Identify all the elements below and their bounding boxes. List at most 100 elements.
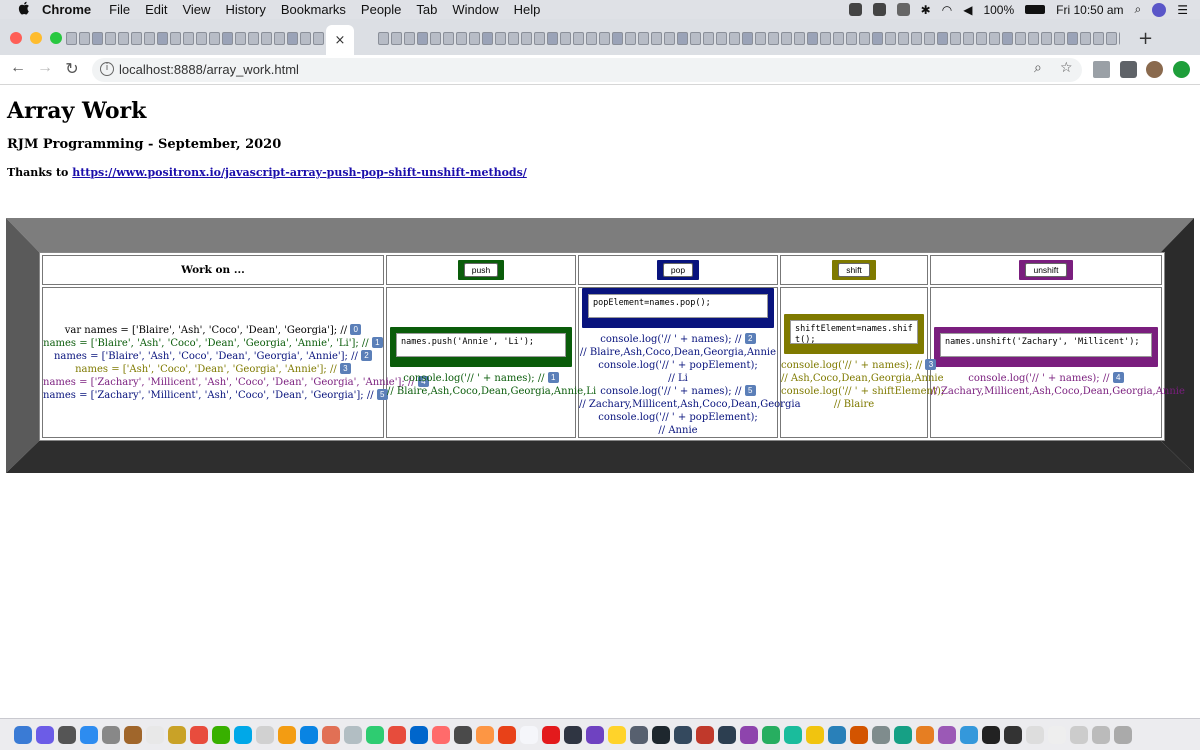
dock-app-icon[interactable] — [718, 725, 736, 744]
notification-center-icon[interactable]: ☰ — [1177, 3, 1188, 17]
back-button[interactable]: ← — [7, 59, 29, 77]
zoom-icon[interactable]: ⌕ — [1034, 60, 1042, 76]
tab-favicon[interactable] — [560, 32, 571, 45]
tab-favicon[interactable] — [768, 32, 779, 45]
tab-favicon[interactable] — [209, 32, 220, 45]
tab-favicon[interactable] — [1054, 32, 1065, 45]
tab-favicon[interactable] — [1119, 32, 1120, 45]
tab-favicon[interactable] — [651, 32, 662, 45]
tab-favicon[interactable] — [1002, 32, 1013, 45]
tab-favicon[interactable] — [1093, 32, 1104, 45]
dock-app-icon[interactable] — [608, 725, 626, 744]
tab-favicon[interactable] — [885, 32, 896, 45]
tab-favicon[interactable] — [300, 32, 311, 45]
dock-app-icon[interactable] — [894, 725, 912, 744]
push-code-input[interactable] — [396, 333, 566, 357]
profile-avatar[interactable] — [1146, 61, 1163, 78]
tab-favicon[interactable] — [1015, 32, 1026, 45]
tab-favicon[interactable] — [612, 32, 623, 45]
tab-favicon[interactable] — [794, 32, 805, 45]
tab-favicon[interactable] — [976, 32, 987, 45]
app-menu-chrome[interactable]: Chrome — [42, 2, 91, 17]
tab-favicon[interactable] — [482, 32, 493, 45]
tab-favicon[interactable] — [417, 32, 428, 45]
bluetooth-icon[interactable]: ✱ — [921, 3, 931, 17]
bookmark-star-icon[interactable]: ☆ — [1060, 60, 1073, 76]
dock-app-icon[interactable] — [762, 725, 780, 744]
tab-favicon[interactable] — [144, 32, 155, 45]
dock-app-icon[interactable] — [58, 725, 76, 744]
dock-app-icon[interactable] — [696, 725, 714, 744]
tab-favicon[interactable] — [872, 32, 883, 45]
dock-app-icon[interactable] — [300, 725, 318, 744]
tab-favicon[interactable] — [664, 32, 675, 45]
menu-edit[interactable]: Edit — [145, 2, 167, 17]
dock-app-icon[interactable] — [806, 725, 824, 744]
tab-favicon[interactable] — [716, 32, 727, 45]
thanks-link[interactable]: https://www.positronx.io/javascript-arra… — [72, 166, 527, 179]
tab-favicon[interactable] — [625, 32, 636, 45]
dock-app-icon[interactable] — [1092, 725, 1110, 744]
spotlight-icon[interactable]: ⌕ — [1135, 2, 1142, 17]
apple-menu-icon[interactable] — [16, 1, 32, 18]
dock-app-icon[interactable] — [542, 725, 560, 744]
dock-app-icon[interactable] — [1114, 725, 1132, 744]
tab-favicon[interactable] — [508, 32, 519, 45]
dock-app-icon[interactable] — [388, 725, 406, 744]
tab-favicon[interactable] — [781, 32, 792, 45]
forward-button[interactable]: → — [34, 59, 56, 77]
pop-button[interactable]: pop — [662, 263, 694, 277]
dock-app-icon[interactable] — [410, 725, 428, 744]
tab-favicon[interactable] — [742, 32, 753, 45]
tab-favicon[interactable] — [755, 32, 766, 45]
dock-app-icon[interactable] — [828, 725, 846, 744]
dock-app-icon[interactable] — [168, 725, 186, 744]
tab-favicon[interactable] — [1028, 32, 1039, 45]
menu-tab[interactable]: Tab — [416, 2, 437, 17]
dock-app-icon[interactable] — [146, 725, 164, 744]
dock-app-icon[interactable] — [14, 725, 32, 744]
zoom-window-button[interactable] — [50, 32, 62, 44]
dock-app-icon[interactable] — [256, 725, 274, 744]
tab-favicon[interactable] — [638, 32, 649, 45]
tab-favicon[interactable] — [92, 32, 103, 45]
pop-code-input[interactable] — [588, 294, 768, 318]
tab-favicon[interactable] — [222, 32, 233, 45]
dock-app-icon[interactable] — [850, 725, 868, 744]
dock-app-icon[interactable] — [1070, 725, 1088, 744]
tab-favicon[interactable] — [404, 32, 415, 45]
volume-icon[interactable]: ◀ — [963, 3, 972, 17]
tab-favicon[interactable] — [196, 32, 207, 45]
minimize-window-button[interactable] — [30, 32, 42, 44]
tab-favicon[interactable] — [833, 32, 844, 45]
dock-app-icon[interactable] — [1048, 725, 1066, 744]
menu-people[interactable]: People — [361, 2, 401, 17]
dock-app-icon[interactable] — [498, 725, 516, 744]
dock-app-icon[interactable] — [124, 725, 142, 744]
tab-favicon[interactable] — [911, 32, 922, 45]
dock-app-icon[interactable] — [190, 725, 208, 744]
address-bar[interactable]: i localhost:8888/array_work.html ⌕ ☆ — [92, 58, 1082, 82]
clock[interactable]: Fri 10:50 am — [1056, 3, 1123, 17]
tab-favicon[interactable] — [586, 32, 597, 45]
dock-app-icon[interactable] — [102, 725, 120, 744]
tab-favicon[interactable] — [846, 32, 857, 45]
battery-icon[interactable] — [1025, 5, 1046, 14]
tab-favicon[interactable] — [456, 32, 467, 45]
dock-app-icon[interactable] — [784, 725, 802, 744]
tab-favicon[interactable] — [66, 32, 77, 45]
dock-app-icon[interactable] — [872, 725, 890, 744]
tab-favicon[interactable] — [807, 32, 818, 45]
airplay-icon[interactable] — [896, 3, 910, 16]
menu-bookmarks[interactable]: Bookmarks — [281, 2, 346, 17]
tab-favicon[interactable] — [313, 32, 324, 45]
tab-favicon[interactable] — [1041, 32, 1052, 45]
tab-favicon[interactable] — [859, 32, 870, 45]
tab-favicon[interactable] — [573, 32, 584, 45]
tab-favicon[interactable] — [495, 32, 506, 45]
dock-app-icon[interactable] — [454, 725, 472, 744]
dock-app-icon[interactable] — [476, 725, 494, 744]
status-app-icon[interactable] — [848, 3, 862, 16]
extension-v-icon[interactable] — [1093, 61, 1110, 78]
update-icon[interactable] — [1173, 61, 1190, 78]
